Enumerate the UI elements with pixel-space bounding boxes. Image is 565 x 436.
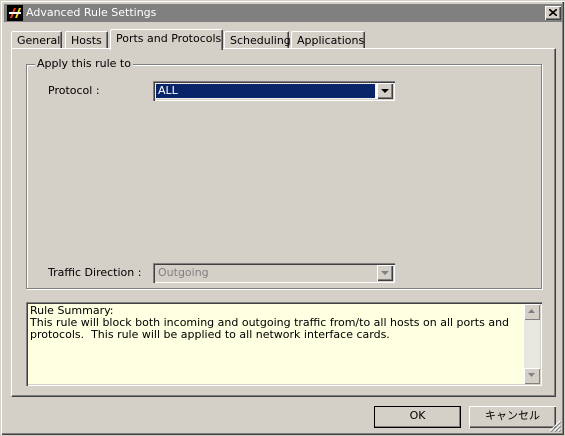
group-legend: Apply this rule to [35, 57, 133, 70]
window-title: Advanced Rule Settings [26, 6, 157, 19]
arrow-up-icon [528, 309, 535, 313]
advanced-rule-settings-dialog: Advanced Rule Settings General Hosts Por… [0, 0, 565, 436]
protocol-value: ALL [155, 83, 376, 99]
ok-button[interactable]: OK [374, 406, 461, 428]
cancel-button[interactable]: キャンセル [469, 406, 556, 428]
summary-scrollbar[interactable] [524, 304, 540, 384]
tab-hosts-label: Hosts [71, 34, 102, 47]
firewall-app-icon [7, 5, 23, 21]
tab-applications-label: Applications [297, 34, 365, 47]
chevron-down-icon [381, 89, 389, 93]
resize-grip-icon[interactable] [549, 420, 561, 432]
arrow-down-icon [528, 373, 535, 377]
title-bar[interactable]: Advanced Rule Settings [4, 4, 563, 22]
rule-summary-box[interactable]: Rule Summary: This rule will block both … [26, 302, 542, 386]
tab-general[interactable]: General [11, 31, 62, 49]
scroll-down-button[interactable] [524, 368, 540, 384]
tab-applications[interactable]: Applications [291, 31, 365, 49]
tab-hosts[interactable]: Hosts [65, 31, 108, 49]
tab-ports-and-protocols[interactable]: Ports and Protocols [110, 29, 223, 50]
tab-scheduling-label: Scheduling [230, 34, 291, 47]
protocol-label: Protocol : [48, 84, 100, 97]
rule-summary-text: Rule Summary: This rule will block both … [30, 304, 510, 341]
protocol-select[interactable]: ALL [153, 81, 395, 101]
protocol-dropdown-button[interactable] [377, 83, 393, 99]
traffic-direction-label: Traffic Direction : [48, 266, 142, 279]
tab-scheduling[interactable]: Scheduling [224, 31, 291, 49]
tab-general-label: General [17, 34, 61, 47]
tab-ports-and-protocols-label: Ports and Protocols [116, 32, 222, 45]
ports-and-protocols-panel: Apply this rule to Protocol : ALL Traffi… [11, 48, 556, 397]
traffic-direction-select[interactable]: Outgoing [153, 263, 395, 283]
traffic-direction-dropdown-button[interactable] [377, 265, 393, 281]
traffic-direction-value: Outgoing [158, 266, 209, 279]
close-icon [549, 9, 557, 16]
apply-rule-groupbox: Apply this rule to Protocol : ALL Traffi… [26, 57, 542, 289]
close-button[interactable] [545, 6, 561, 20]
scroll-up-button[interactable] [524, 304, 540, 320]
chevron-down-icon [381, 271, 389, 275]
